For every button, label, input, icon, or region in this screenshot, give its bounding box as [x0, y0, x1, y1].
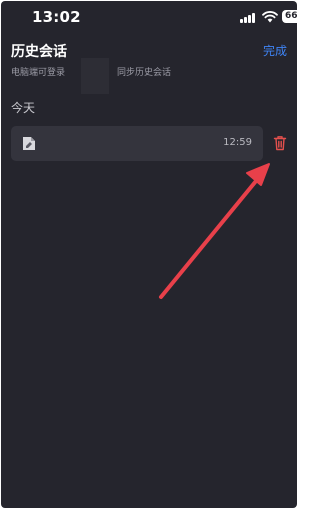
document-icon	[23, 137, 35, 150]
done-button[interactable]: 完成	[263, 42, 287, 59]
redacted-area	[81, 58, 109, 94]
section-header-today: 今天	[11, 101, 36, 115]
conversation-list-item[interactable]: 12:59	[11, 126, 263, 161]
trash-icon	[273, 136, 287, 151]
phone-screen: 13:02 66 历史会话 完成 电脑端可登录 同步历史会话 今天 12:59	[1, 1, 297, 508]
status-time: 13:02	[32, 8, 81, 26]
status-bar: 13:02 66	[1, 1, 297, 35]
page-title: 历史会话	[11, 44, 67, 60]
subtitle-login-hint: 电脑端可登录	[11, 68, 66, 78]
battery-icon: 66	[282, 10, 297, 23]
wifi-icon	[262, 11, 278, 23]
battery-level: 66	[285, 11, 297, 21]
subtitle-sync-hint: 同步历史会话	[117, 68, 172, 78]
cellular-signal-icon	[240, 12, 258, 23]
conversation-time: 12:59	[223, 137, 252, 148]
delete-button[interactable]	[273, 135, 287, 151]
